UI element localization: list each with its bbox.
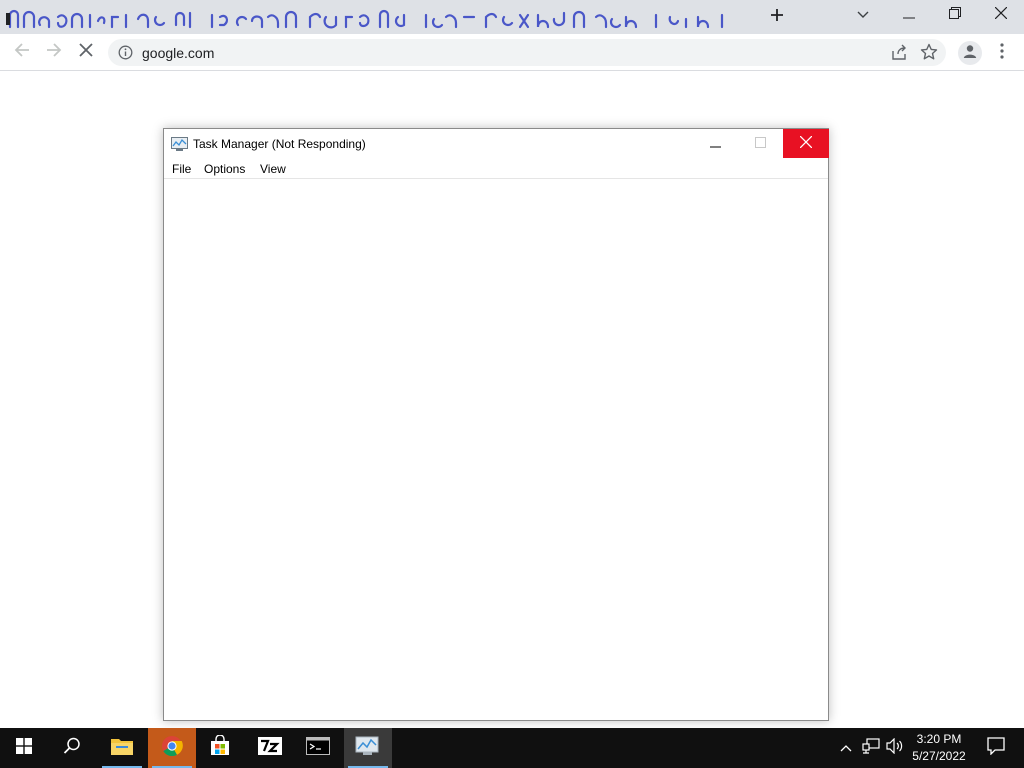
arrow-left-icon [14,42,30,63]
task-manager-close-button[interactable] [783,129,829,158]
7zip-icon [258,736,282,760]
plus-icon [770,8,784,27]
task-manager-minimize-button[interactable] [692,129,738,159]
profile-button[interactable] [958,41,982,65]
star-icon[interactable] [920,43,938,61]
volume-tray-button[interactable] [884,728,906,768]
chrome-icon [161,735,183,762]
taskbar-microsoft-store[interactable] [196,728,244,768]
task-manager-title: Task Manager (Not Responding) [193,137,366,151]
browser-toolbar: google.com [0,34,1024,71]
network-tray-button[interactable] [860,728,882,768]
chevron-down-icon [857,6,869,24]
stop-loading-button[interactable] [72,38,100,66]
taskbar-task-manager[interactable] [344,728,392,768]
store-bag-icon [209,733,231,762]
info-icon[interactable] [118,45,133,60]
menu-file[interactable]: File [172,162,191,176]
taskbar-7zip[interactable] [246,728,294,768]
tab-search-button[interactable] [850,4,876,26]
windows-taskbar: 3:20 PM 5/27/2022 [0,728,1024,768]
minimize-icon [903,6,915,24]
new-tab-button[interactable] [764,5,790,29]
browser-restore-button[interactable] [932,0,978,30]
close-icon [799,135,813,153]
search-button[interactable] [48,728,96,768]
speaker-icon [886,737,904,759]
minimize-icon [709,135,721,153]
arrow-right-icon [46,42,62,63]
browser-minimize-button[interactable] [886,0,932,30]
notification-icon [987,736,1005,760]
taskbar-chrome[interactable] [148,728,196,768]
garbled-tab-title[interactable] [6,5,746,31]
back-button[interactable] [8,38,36,66]
search-icon [63,737,81,760]
address-bar[interactable]: google.com [108,39,946,66]
maximize-icon [754,135,766,153]
start-button[interactable] [0,728,48,768]
close-icon [79,42,93,62]
task-manager-app-icon [171,136,189,152]
menu-options[interactable]: Options [204,162,245,176]
task-manager-menubar: File Options View [164,159,828,179]
chevron-up-icon [840,739,852,757]
task-manager-titlebar[interactable]: Task Manager (Not Responding) [164,129,829,159]
terminal-icon [306,736,330,760]
clock-date: 5/27/2022 [912,749,966,763]
show-hidden-icons-button[interactable] [836,728,856,768]
browser-close-button[interactable] [978,0,1024,30]
network-icon [862,737,880,759]
forward-button[interactable] [40,38,68,66]
person-icon [962,43,978,64]
windows-logo-icon [16,737,32,759]
browser-tab-strip [0,0,1024,34]
taskbar-clock[interactable]: 3:20 PM 5/27/2022 [906,731,972,765]
taskbar-command-prompt[interactable] [294,728,342,768]
restore-icon [949,6,961,24]
share-icon[interactable] [890,44,908,62]
taskbar-file-explorer[interactable] [98,728,146,768]
more-vert-icon [1000,42,1004,64]
menu-view[interactable]: View [260,162,286,176]
url-text[interactable]: google.com [142,45,214,61]
folder-icon [110,736,134,761]
task-manager-window[interactable]: Task Manager (Not Responding) File Optio… [163,128,829,721]
action-center-button[interactable] [976,728,1016,768]
close-icon [994,6,1008,24]
task-manager-maximize-button[interactable] [737,129,783,159]
task-manager-icon [355,735,381,762]
clock-time: 3:20 PM [916,732,962,746]
browser-menu-button[interactable] [994,42,1010,64]
